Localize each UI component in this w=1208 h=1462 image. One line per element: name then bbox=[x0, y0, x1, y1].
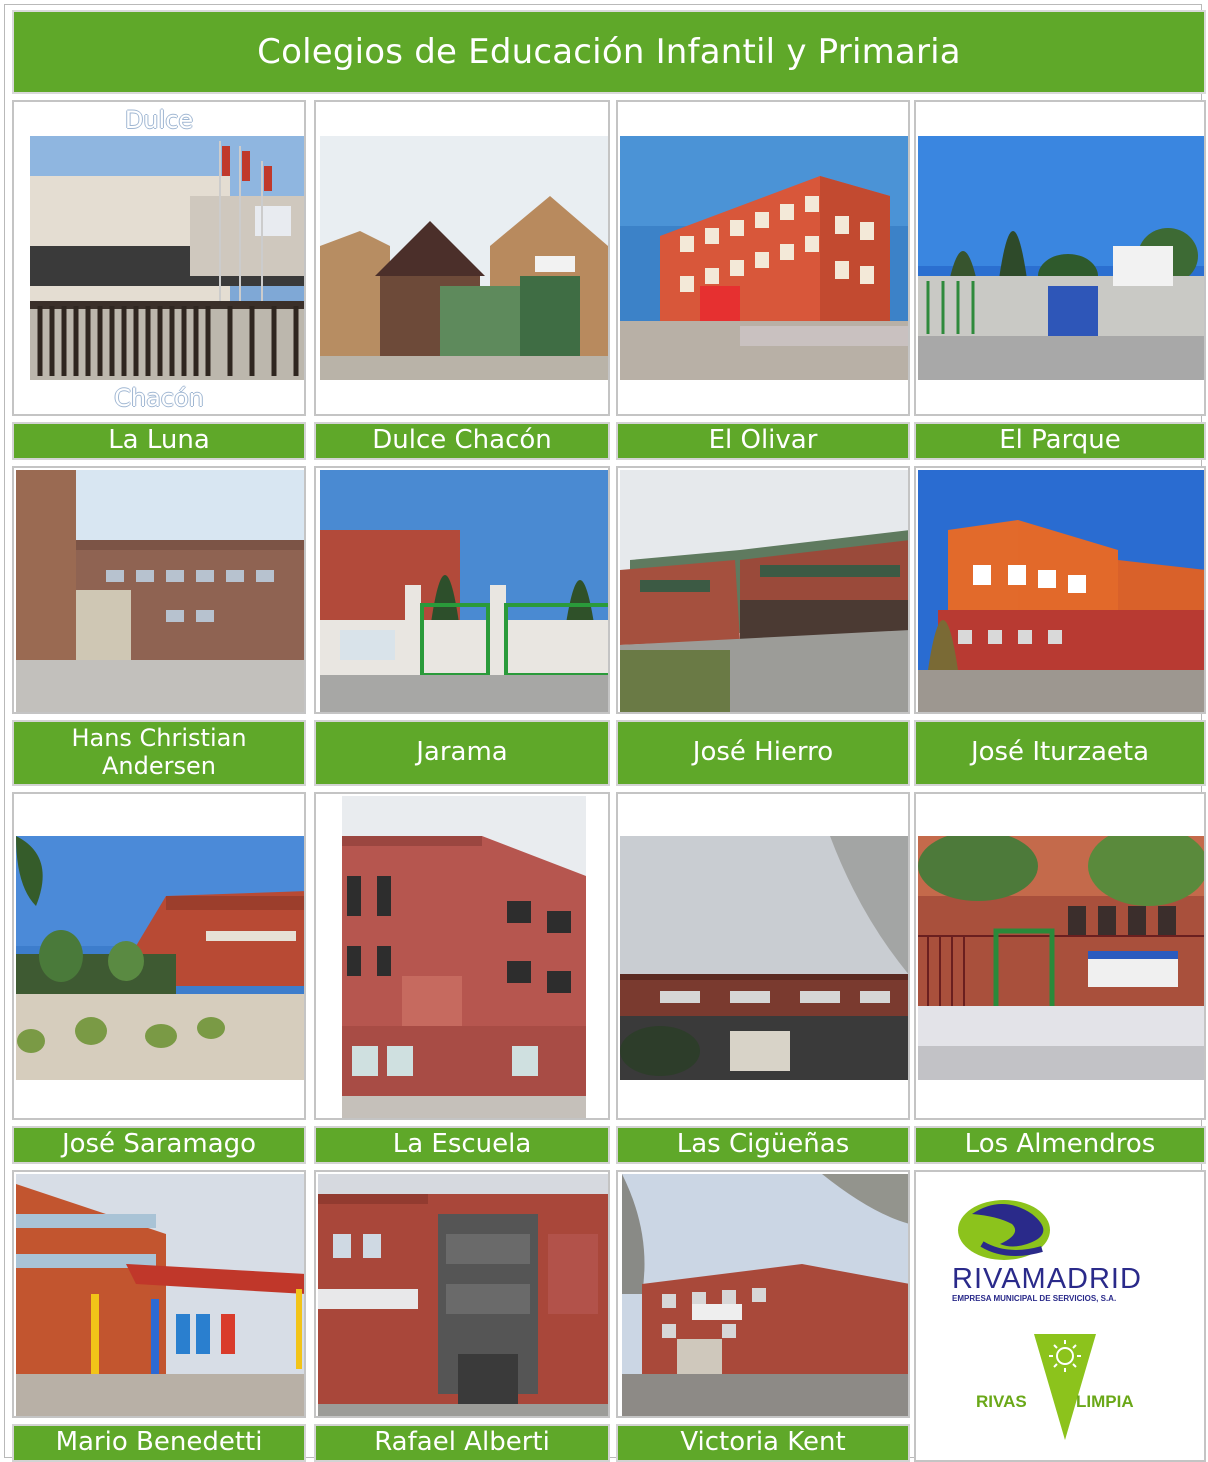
school-link-mario-benedetti[interactable]: Mario Benedetti bbox=[12, 1424, 306, 1462]
school-link-jose-hierro[interactable]: José Hierro bbox=[616, 720, 910, 786]
rivas-limpia-right-word: LIMPIA bbox=[1076, 1392, 1134, 1411]
school-photo-las-ciguenas[interactable] bbox=[616, 792, 910, 1120]
school-link-jarama[interactable]: Jarama bbox=[314, 720, 610, 786]
school-link-hans-christian-andersen[interactable]: Hans Christian Andersen bbox=[12, 720, 306, 786]
school-link-la-escuela[interactable]: La Escuela bbox=[314, 1126, 610, 1164]
school-link-dulce-chacon[interactable]: Dulce Chacón bbox=[314, 422, 610, 460]
school-photo-jose-iturzaeta[interactable] bbox=[914, 466, 1206, 714]
school-link-el-olivar[interactable]: El Olivar bbox=[616, 422, 910, 460]
rivamadrid-emblem-icon bbox=[958, 1200, 1050, 1260]
school-photo-dulce-chacon[interactable] bbox=[314, 100, 610, 416]
school-photo-hans-christian-andersen[interactable] bbox=[12, 466, 306, 714]
broken-image-alt-text: Dulce bbox=[124, 106, 194, 134]
rivamadrid-wordmark: RIVAMADRID bbox=[952, 1263, 1142, 1295]
sponsor-logos-panel: RIVAMADRID EMPRESA MUNICIPAL DE SERVICIO… bbox=[914, 1170, 1206, 1462]
page-title: Colegios de Educación Infantil y Primari… bbox=[12, 10, 1206, 94]
school-link-los-almendros[interactable]: Los Almendros bbox=[914, 1126, 1206, 1164]
school-photo-victoria-kent[interactable] bbox=[616, 1170, 910, 1418]
rivas-limpia-logo[interactable]: RIVAS LIMPIA bbox=[976, 1334, 1150, 1440]
school-photo-rafael-alberti[interactable] bbox=[314, 1170, 610, 1418]
school-photo-el-parque[interactable] bbox=[914, 100, 1206, 416]
school-link-la-luna[interactable]: La Luna bbox=[12, 422, 306, 460]
school-link-las-ciguenas[interactable]: Las Cigüeñas bbox=[616, 1126, 910, 1164]
broken-image-alt-text: Chacón bbox=[114, 384, 204, 412]
school-photo-los-almendros[interactable] bbox=[914, 792, 1206, 1120]
rivamadrid-logo[interactable]: RIVAMADRID EMPRESA MUNICIPAL DE SERVICIO… bbox=[952, 1194, 1174, 1304]
school-link-rafael-alberti[interactable]: Rafael Alberti bbox=[314, 1424, 610, 1462]
school-photo-el-olivar[interactable] bbox=[616, 100, 910, 416]
school-photo-la-luna[interactable]: Dulce Chacón bbox=[12, 100, 306, 416]
school-link-el-parque[interactable]: El Parque bbox=[914, 422, 1206, 460]
school-link-jose-iturzaeta[interactable]: José Iturzaeta bbox=[914, 720, 1206, 786]
school-photo-mario-benedetti[interactable] bbox=[12, 1170, 306, 1418]
school-photo-jose-hierro[interactable] bbox=[616, 466, 910, 714]
school-link-victoria-kent[interactable]: Victoria Kent bbox=[616, 1424, 910, 1462]
school-link-jose-saramago[interactable]: José Saramago bbox=[12, 1126, 306, 1164]
school-photo-la-escuela[interactable] bbox=[314, 792, 610, 1120]
rivamadrid-tagline: EMPRESA MUNICIPAL DE SERVICIOS, S.A. bbox=[952, 1294, 1117, 1303]
rivas-limpia-emblem-icon bbox=[1034, 1334, 1096, 1440]
rivas-limpia-left-word: RIVAS bbox=[976, 1392, 1027, 1411]
school-photo-jose-saramago[interactable] bbox=[12, 792, 306, 1120]
school-photo-jarama[interactable] bbox=[314, 466, 610, 714]
